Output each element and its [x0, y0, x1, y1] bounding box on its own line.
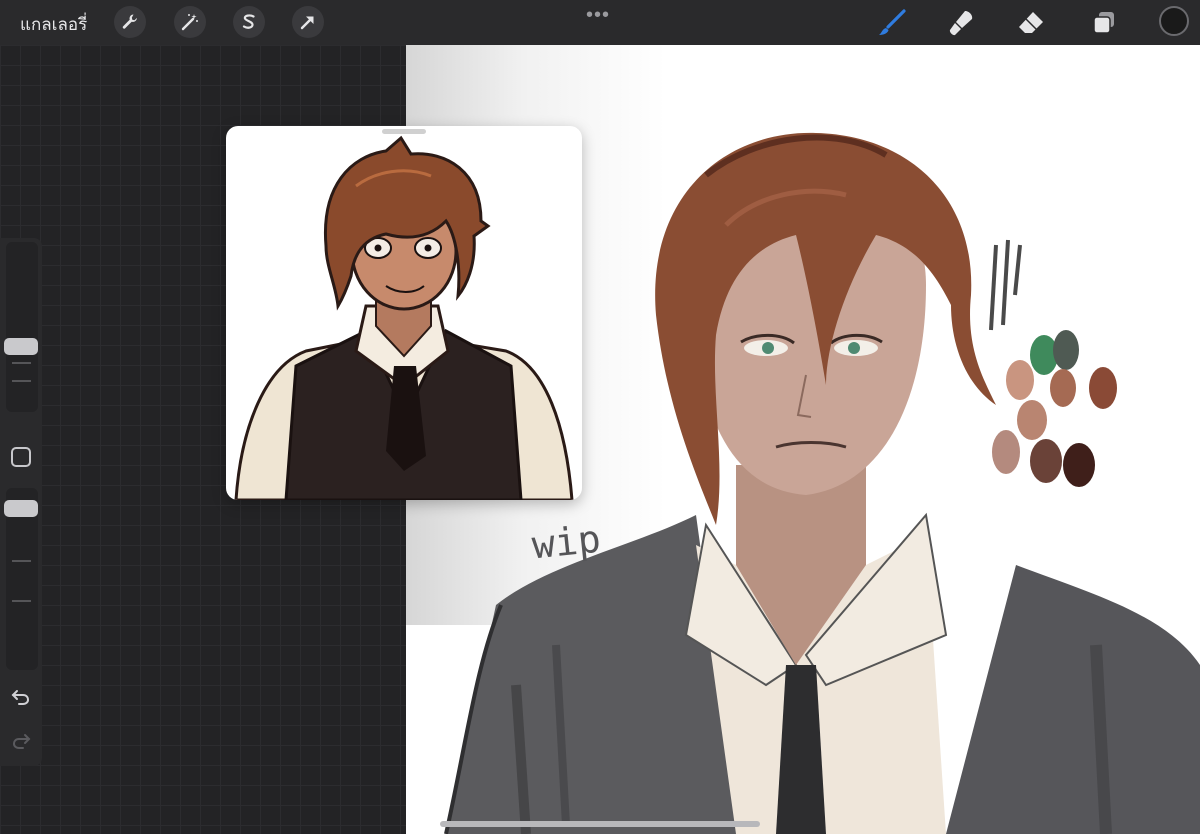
slider-tick — [12, 600, 31, 602]
smudge-icon — [949, 11, 973, 36]
reference-image — [234, 135, 574, 500]
reference-window[interactable] — [226, 126, 582, 500]
brush-size-slider[interactable] — [6, 242, 38, 412]
actions-button[interactable] — [114, 6, 146, 38]
home-indicator — [440, 821, 760, 827]
slider-tick — [12, 380, 31, 382]
undo-icon[interactable] — [10, 685, 32, 707]
brush-icon — [879, 9, 906, 35]
modify-button[interactable] — [11, 447, 31, 467]
slider-tick — [12, 362, 31, 364]
opacity-thumb[interactable] — [4, 500, 38, 517]
layers-icon — [1093, 12, 1114, 34]
selection-s-icon — [242, 14, 255, 29]
magic-wand-icon — [181, 14, 198, 31]
wip-annotation: wip — [529, 516, 603, 568]
smudge-tool-button[interactable] — [945, 7, 977, 39]
arrow-transform-icon — [300, 16, 314, 30]
redo-icon[interactable] — [10, 729, 32, 751]
selection-button[interactable] — [233, 6, 265, 38]
brush-size-thumb[interactable] — [4, 338, 38, 355]
color-picker-button[interactable] — [1159, 6, 1189, 36]
brush-tool-button[interactable] — [876, 7, 908, 39]
adjustments-button[interactable] — [174, 6, 206, 38]
wrench-icon — [122, 14, 137, 29]
slider-tick — [12, 560, 31, 562]
eraser-tool-button[interactable] — [1015, 7, 1047, 39]
transform-button[interactable] — [292, 6, 324, 38]
eraser-icon — [1019, 12, 1043, 33]
top-toolbar: แกลเลอรี่ ••• — [0, 0, 1200, 45]
gallery-button[interactable]: แกลเลอรี่ — [20, 11, 87, 38]
more-options-icon[interactable]: ••• — [586, 4, 610, 27]
layers-button[interactable] — [1088, 7, 1120, 39]
